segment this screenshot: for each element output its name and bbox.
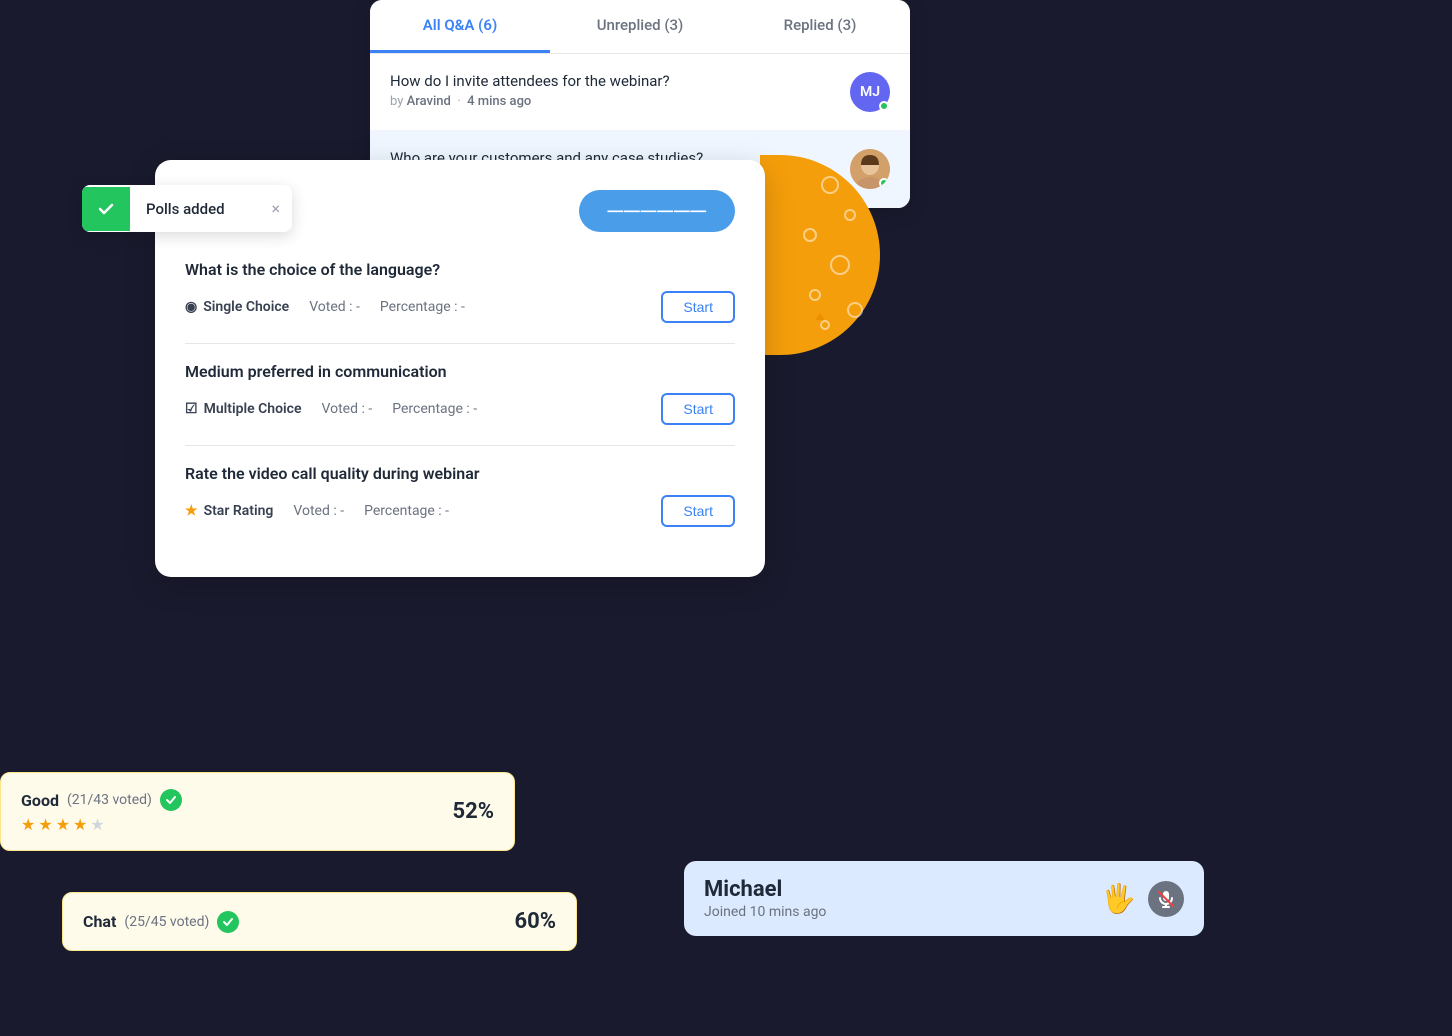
toast-close-button[interactable]: × xyxy=(259,185,292,232)
single-choice-icon: ◉ xyxy=(185,299,197,315)
tab-replied[interactable]: Replied (3) xyxy=(730,0,910,53)
result-check-icon xyxy=(217,911,239,933)
result-label: Chat (25/45 voted) xyxy=(83,911,239,933)
start-button-2[interactable]: Start xyxy=(661,393,735,425)
start-button-1[interactable]: Start xyxy=(661,291,735,323)
poll-percentage: Percentage : - xyxy=(364,503,449,519)
poll-type: ★ Star Rating xyxy=(185,503,273,519)
decorative-shape xyxy=(760,155,880,355)
poll-question-3: Rate the video call quality during webin… xyxy=(185,464,735,527)
poll-question-2: Medium preferred in communication ☑ Mult… xyxy=(185,362,735,425)
toast-check-icon xyxy=(82,187,130,231)
result-bar-chat: Chat (25/45 voted) 60% xyxy=(62,892,577,951)
tab-all-qa[interactable]: All Q&A (6) xyxy=(370,0,550,53)
result-votes: (25/45 voted) xyxy=(124,914,209,930)
star-3: ★ xyxy=(56,815,70,834)
result-bar-good: Good (21/43 voted) ★ ★ ★ ★ ★ 52% xyxy=(0,772,515,851)
michael-info: Michael Joined 10 mins ago xyxy=(704,877,1085,920)
tab-unreplied[interactable]: Unreplied (3) xyxy=(550,0,730,53)
star-5: ★ xyxy=(90,815,104,834)
result-percent: 52% xyxy=(452,799,494,824)
poll-question-title: What is the choice of the language? xyxy=(185,260,735,279)
poll-voted: Voted : - xyxy=(293,503,344,519)
poll-voted: Voted : - xyxy=(322,401,373,417)
qa-item: How do I invite attendees for the webina… xyxy=(370,54,910,131)
qa-question: How do I invite attendees for the webina… xyxy=(390,72,838,90)
qa-meta: by Aravind · 4 mins ago xyxy=(390,94,838,109)
star-rating-icon: ★ xyxy=(185,503,198,519)
result-stars: ★ ★ ★ ★ ★ xyxy=(21,815,182,834)
poll-type: ◉ Single Choice xyxy=(185,299,289,315)
qa-tabs: All Q&A (6) Unreplied (3) Replied (3) xyxy=(370,0,910,54)
star-2: ★ xyxy=(38,815,52,834)
mute-microphone-button[interactable] xyxy=(1148,881,1184,917)
michael-name: Michael xyxy=(704,877,1085,902)
poll-meta-row: ★ Star Rating Voted : - Percentage : - S… xyxy=(185,495,735,527)
result-votes: (21/43 voted) xyxy=(67,792,152,808)
add-polls-button[interactable]: ────── xyxy=(579,190,735,232)
avatar: MJ xyxy=(850,72,890,112)
michael-status: Joined 10 mins ago xyxy=(704,904,1085,920)
poll-question-1: What is the choice of the language? ◉ Si… xyxy=(185,260,735,323)
toast-message: Polls added xyxy=(130,186,259,232)
poll-divider xyxy=(185,343,735,344)
toast-notification: Polls added × xyxy=(82,185,292,232)
star-1: ★ xyxy=(21,815,35,834)
poll-question-title: Medium preferred in communication xyxy=(185,362,735,381)
michael-card: Michael Joined 10 mins ago 🖐 xyxy=(684,861,1204,936)
poll-type: ☑ Multiple Choice xyxy=(185,401,302,417)
poll-meta-row: ☑ Multiple Choice Voted : - Percentage :… xyxy=(185,393,735,425)
multiple-choice-icon: ☑ xyxy=(185,401,198,417)
poll-percentage: Percentage : - xyxy=(392,401,477,417)
poll-meta-row: ◉ Single Choice Voted : - Percentage : -… xyxy=(185,291,735,323)
raise-hand-icon[interactable]: 🖐 xyxy=(1101,882,1136,915)
qa-item-text: How do I invite attendees for the webina… xyxy=(390,72,838,109)
start-button-3[interactable]: Start xyxy=(661,495,735,527)
michael-icons: 🖐 xyxy=(1101,881,1184,917)
result-info: Good (21/43 voted) ★ ★ ★ ★ ★ xyxy=(21,789,182,834)
result-check-icon xyxy=(160,789,182,811)
poll-question-title: Rate the video call quality during webin… xyxy=(185,464,735,483)
star-4: ★ xyxy=(73,815,87,834)
result-percent: 60% xyxy=(514,909,556,934)
online-indicator xyxy=(879,178,889,188)
result-label: Good (21/43 voted) xyxy=(21,789,182,811)
online-indicator xyxy=(879,101,889,111)
poll-voted: Voted : - xyxy=(309,299,360,315)
poll-divider xyxy=(185,445,735,446)
poll-percentage: Percentage : - xyxy=(380,299,465,315)
